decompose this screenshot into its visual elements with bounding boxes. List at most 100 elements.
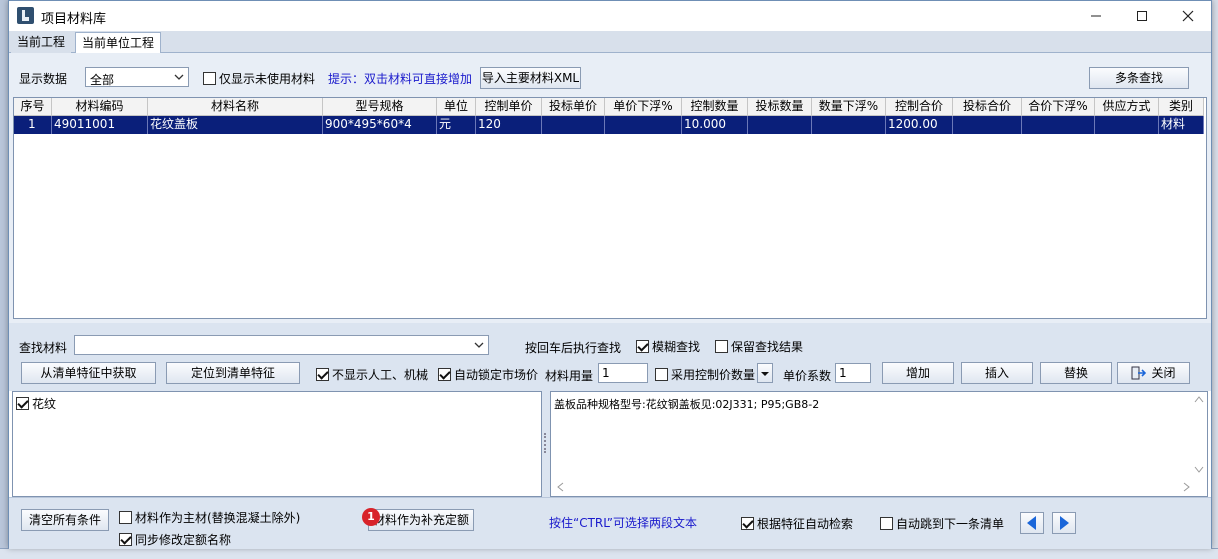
exit-door-icon xyxy=(1131,366,1147,380)
close-icon xyxy=(1182,10,1194,22)
column-header[interactable]: 控制单价 xyxy=(476,98,542,116)
column-header[interactable]: 供应方式 xyxy=(1095,98,1159,116)
checkbox-box xyxy=(741,517,754,530)
table-cell: 花纹盖板 xyxy=(148,116,323,134)
window-title: 项目材料库 xyxy=(41,12,107,27)
checkbox-box xyxy=(119,533,132,546)
close-button[interactable]: 关闭 xyxy=(1117,362,1190,384)
table-cell xyxy=(605,116,682,134)
column-header[interactable]: 序号 xyxy=(14,98,52,116)
scroll-down-icon[interactable] xyxy=(1194,466,1204,474)
double-click-hint: 提示：双击材料可直接增加 xyxy=(328,72,473,86)
grip-icon xyxy=(544,433,547,453)
column-header[interactable]: 单价下浮% xyxy=(605,98,682,116)
auto-search-checkbox[interactable]: 根据特征自动检索 xyxy=(741,515,853,532)
previous-item-button[interactable] xyxy=(1020,512,1044,534)
column-header[interactable]: 投标合价 xyxy=(953,98,1022,116)
supplement-quota-button[interactable]: 材料作为补充定额 xyxy=(368,509,474,531)
from-feature-button[interactable]: 从清单特征中获取 xyxy=(21,362,156,384)
column-header[interactable]: 型号规格 xyxy=(323,98,437,116)
column-header[interactable]: 控制数量 xyxy=(682,98,748,116)
column-header[interactable]: 数量下浮% xyxy=(812,98,886,116)
find-material-combobox[interactable] xyxy=(74,335,489,355)
auto-jump-label: 自动跳到下一条清单 xyxy=(896,517,1005,531)
display-data-value: 全部 xyxy=(90,73,115,87)
scroll-left-icon[interactable] xyxy=(556,482,564,492)
feature-description[interactable]: 盖板品种规格型号:花纹钢盖板见:02J331; P95;GB8-2 xyxy=(550,391,1208,497)
column-header[interactable]: 合价下浮% xyxy=(1022,98,1095,116)
panel-splitter[interactable] xyxy=(542,391,550,497)
only-unused-checkbox[interactable]: 仅显示未使用材料 xyxy=(203,70,315,87)
display-data-label: 显示数据 xyxy=(19,72,68,86)
find-material-label: 查找材料 xyxy=(19,341,68,355)
table-cell xyxy=(542,116,605,134)
table-cell: 120 xyxy=(476,116,542,134)
close-window-button[interactable] xyxy=(1165,1,1211,31)
column-header[interactable]: 材料编码 xyxy=(52,98,148,116)
arrow-left-icon xyxy=(1027,516,1036,530)
auto-lock-label: 自动锁定市场价 xyxy=(454,368,539,382)
table-cell xyxy=(748,116,812,134)
table-cell: 49011001 xyxy=(52,116,148,134)
background-window-bottom xyxy=(0,548,1218,559)
checkbox-box xyxy=(203,72,216,85)
arrow-right-icon xyxy=(1060,516,1069,530)
import-xml-button[interactable]: 导入主要材料XML xyxy=(480,67,581,89)
checkbox-box xyxy=(16,397,29,410)
replace-button[interactable]: 替换 xyxy=(1040,362,1112,384)
fuzzy-search-checkbox[interactable]: 模糊查找 xyxy=(636,338,700,355)
usage-input[interactable]: 1 xyxy=(598,363,648,383)
column-header[interactable]: 类别 xyxy=(1159,98,1204,116)
hide-labor-checkbox[interactable]: 不显示人工、机械 xyxy=(316,366,428,383)
auto-lock-checkbox[interactable]: 自动锁定市场价 xyxy=(438,366,538,383)
checkbox-box xyxy=(438,368,451,381)
hide-labor-label: 不显示人工、机械 xyxy=(332,368,429,382)
table-cell: 10.000 xyxy=(682,116,748,134)
tab-current-project[interactable]: 当前工程 xyxy=(11,32,72,53)
column-header[interactable]: 投标单价 xyxy=(542,98,605,116)
title-bar: 项目材料库 xyxy=(9,1,1211,31)
unit-price-factor-input[interactable]: 1 xyxy=(835,363,871,383)
column-header[interactable]: 材料名称 xyxy=(148,98,323,116)
maximize-button[interactable] xyxy=(1119,1,1165,31)
caret-down-icon xyxy=(761,372,769,376)
minimize-button[interactable] xyxy=(1073,1,1119,31)
checkbox-box xyxy=(636,340,649,353)
as-main-material-checkbox[interactable]: 材料作为主材(替换混凝土除外) xyxy=(119,509,300,526)
as-main-material-label: 材料作为主材(替换混凝土除外) xyxy=(135,511,301,525)
control-price-dropdown[interactable] xyxy=(757,363,773,383)
column-header[interactable]: 单位 xyxy=(437,98,476,116)
sync-name-checkbox[interactable]: 同步修改定额名称 xyxy=(119,531,231,548)
use-control-price-label: 采用控制价数量 xyxy=(671,368,756,382)
app-logo-icon xyxy=(17,7,34,24)
multi-search-button[interactable]: 多条查找 xyxy=(1089,67,1189,89)
column-header[interactable]: 投标数量 xyxy=(748,98,812,116)
scroll-right-icon[interactable] xyxy=(1183,482,1191,492)
next-item-button[interactable] xyxy=(1052,512,1076,534)
tab-current-unit-project[interactable]: 当前单位工程 xyxy=(75,32,162,53)
only-unused-label: 仅显示未使用材料 xyxy=(219,72,316,86)
table-cell xyxy=(1095,116,1159,134)
checkbox-box xyxy=(880,517,893,530)
checkbox-box xyxy=(316,368,329,381)
scroll-up-icon[interactable] xyxy=(1194,395,1204,403)
auto-jump-checkbox[interactable]: 自动跳到下一条清单 xyxy=(880,515,1004,532)
locate-feature-button[interactable]: 定位到清单特征 xyxy=(166,362,300,384)
search-panel: 查找材料 按回车后执行查找 模糊查找 保留查找结果 从清单特征中获取 定位到清单… xyxy=(9,323,1211,391)
tree-item[interactable]: 花纹 xyxy=(16,395,56,412)
add-button[interactable]: 增加 xyxy=(882,362,954,384)
close-button-label: 关闭 xyxy=(1151,366,1176,380)
table-row[interactable]: 1 49011001 花纹盖板 900*495*60*4 元 120 10.00… xyxy=(14,116,1204,134)
table-header: 序号 材料编码 材料名称 型号规格 单位 控制单价 投标单价 单价下浮% 控制数… xyxy=(14,98,1204,116)
insert-button[interactable]: 插入 xyxy=(961,362,1033,384)
auto-search-label: 根据特征自动检索 xyxy=(757,517,854,531)
table-cell: 900*495*60*4 xyxy=(323,116,437,134)
checkbox-box xyxy=(119,511,132,524)
clear-conditions-button[interactable]: 清空所有条件 xyxy=(21,509,109,531)
display-data-select[interactable]: 全部 xyxy=(85,67,189,87)
keep-result-checkbox[interactable]: 保留查找结果 xyxy=(715,338,803,355)
use-control-price-checkbox[interactable]: 采用控制价数量 xyxy=(655,366,755,383)
column-header[interactable]: 控制合价 xyxy=(886,98,953,116)
fuzzy-search-label: 模糊查找 xyxy=(652,340,701,354)
feature-tree: 花纹 xyxy=(12,391,542,497)
